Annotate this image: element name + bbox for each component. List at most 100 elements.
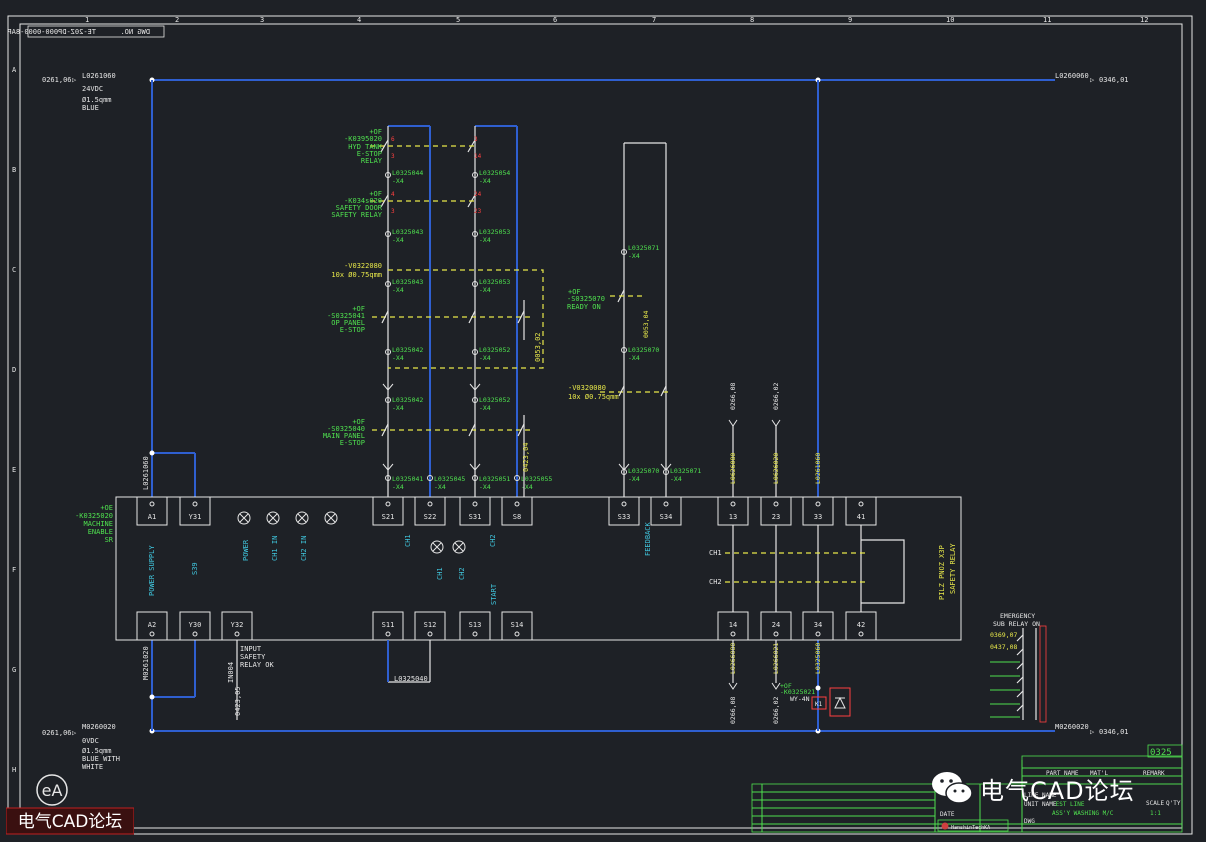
svg-text:L0325043: L0325043 bbox=[392, 228, 423, 236]
svg-text:L0325043: L0325043 bbox=[392, 278, 423, 286]
wechat-text: 电气CAD论坛 bbox=[980, 776, 1135, 805]
forum-watermark: eA 电气CAD论坛 bbox=[6, 774, 134, 835]
svg-text:Y31: Y31 bbox=[189, 513, 202, 521]
svg-text:DATE: DATE bbox=[940, 811, 955, 818]
svg-text:-X4: -X4 bbox=[392, 286, 404, 294]
svg-text:+OE: +OE bbox=[100, 504, 113, 512]
bottom-wire-size: Ø1.5qmm bbox=[82, 747, 112, 755]
svg-text:CH2: CH2 bbox=[458, 567, 466, 580]
svg-text:L0626020: L0626020 bbox=[772, 453, 780, 484]
svg-text:-X4: -X4 bbox=[521, 483, 533, 491]
svg-text:E-STOP: E-STOP bbox=[340, 439, 365, 447]
svg-text:IN004: IN004 bbox=[227, 662, 235, 683]
svg-text:3: 3 bbox=[391, 208, 395, 215]
svg-text:-X4: -X4 bbox=[479, 404, 491, 412]
row-label-c: C bbox=[12, 266, 16, 274]
wire-m0261020: M0261020 bbox=[142, 646, 150, 680]
svg-text:4: 4 bbox=[391, 191, 395, 198]
svg-text:HanshinTechKA: HanshinTechKA bbox=[951, 825, 990, 831]
svg-text:S39: S39 bbox=[191, 562, 199, 575]
svg-text:S22: S22 bbox=[424, 513, 437, 521]
svg-text:-X4: -X4 bbox=[670, 475, 682, 483]
top-wire-color: BLUE bbox=[82, 104, 99, 112]
svg-text:S14: S14 bbox=[511, 621, 524, 629]
svg-text:CH2 IN: CH2 IN bbox=[300, 536, 308, 561]
svg-text:SUB RELAY ON: SUB RELAY ON bbox=[993, 620, 1040, 628]
svg-text:S34: S34 bbox=[660, 513, 673, 521]
svg-text:L0325042: L0325042 bbox=[392, 346, 423, 354]
svg-text:A2: A2 bbox=[148, 621, 156, 629]
svg-text:L0261060: L0261060 bbox=[814, 453, 822, 484]
svg-text:42: 42 bbox=[857, 621, 865, 629]
svg-text:L0325051: L0325051 bbox=[479, 475, 510, 483]
svg-text:L0325044: L0325044 bbox=[392, 169, 423, 177]
svg-text:L0325045: L0325045 bbox=[434, 475, 465, 483]
svg-text:-X4: -X4 bbox=[479, 236, 491, 244]
svg-text:S31: S31 bbox=[469, 513, 482, 521]
svg-text:MACHINE: MACHINE bbox=[83, 520, 113, 528]
svg-text:SCALE: SCALE bbox=[1146, 800, 1164, 807]
svg-text:POWER: POWER bbox=[242, 539, 250, 561]
svg-text:Y32: Y32 bbox=[231, 621, 244, 629]
svg-text:CH2: CH2 bbox=[489, 534, 497, 547]
sheet-number: 0325 bbox=[1150, 748, 1172, 758]
dwg-no-value: TE-20Z-DP000-0000-8AP bbox=[7, 28, 96, 36]
svg-text:-S0325070: -S0325070 bbox=[567, 295, 605, 303]
svg-text:S12: S12 bbox=[424, 621, 437, 629]
top-wire-size: Ø1.5qmm bbox=[82, 96, 112, 104]
svg-text:14: 14 bbox=[474, 153, 482, 160]
top-left-ref: 0261,06 bbox=[42, 76, 72, 84]
svg-text:FEEDBACK: FEEDBACK bbox=[644, 521, 652, 556]
svg-text:3: 3 bbox=[391, 153, 395, 160]
col-label-7: 7 bbox=[652, 16, 656, 24]
svg-text:A1: A1 bbox=[148, 513, 156, 521]
svg-text:-X4: -X4 bbox=[392, 236, 404, 244]
svg-text:-X4: -X4 bbox=[392, 177, 404, 185]
svg-text:REMARK: REMARK bbox=[1143, 770, 1165, 777]
svg-text:RELAY: RELAY bbox=[361, 157, 383, 165]
svg-text:E-STOP: E-STOP bbox=[340, 326, 365, 334]
svg-text:S21: S21 bbox=[382, 513, 395, 521]
col-label-8: 8 bbox=[750, 16, 754, 24]
svg-text:24: 24 bbox=[772, 621, 780, 629]
svg-text:WY-4N: WY-4N bbox=[790, 695, 810, 703]
svg-text:41: 41 bbox=[857, 513, 865, 521]
svg-text:L0325053: L0325053 bbox=[479, 278, 510, 286]
svg-text:-K0395020: -K0395020 bbox=[344, 135, 382, 143]
row-label-f: F bbox=[12, 566, 16, 574]
svg-text:-X4: -X4 bbox=[434, 483, 446, 491]
svg-text:6: 6 bbox=[391, 136, 395, 143]
svg-text:CH1: CH1 bbox=[404, 534, 412, 547]
top-right-ref: 0346,01 bbox=[1099, 76, 1129, 84]
col-label-4: 4 bbox=[357, 16, 361, 24]
svg-text:0266,02: 0266,02 bbox=[772, 383, 780, 410]
svg-text:14: 14 bbox=[729, 621, 737, 629]
col-label-5: 5 bbox=[456, 16, 460, 24]
svg-text:SAFETY: SAFETY bbox=[240, 653, 266, 661]
watermark-logo: eA bbox=[42, 781, 63, 800]
svg-text:0369,07: 0369,07 bbox=[990, 631, 1017, 639]
wire-l0325040: L0325040 bbox=[394, 675, 428, 683]
col-label-12: 12 bbox=[1140, 16, 1148, 24]
svg-text:10x Ø0.75qmm: 10x Ø0.75qmm bbox=[568, 393, 619, 401]
svg-text:23: 23 bbox=[772, 513, 780, 521]
svg-text:0423,04: 0423,04 bbox=[522, 442, 530, 472]
svg-text:0266,02: 0266,02 bbox=[772, 697, 780, 724]
svg-text:ENABLE: ENABLE bbox=[88, 528, 113, 536]
row-label-d: D bbox=[12, 366, 16, 374]
svg-text:S13: S13 bbox=[469, 621, 482, 629]
svg-text:RELAY OK: RELAY OK bbox=[240, 661, 275, 669]
watermark-text: 电气CAD论坛 bbox=[18, 812, 123, 832]
svg-text:0437,08: 0437,08 bbox=[990, 643, 1017, 651]
drawing-number-header: TE-20Z-DP000-0000-8AP DWG NO. bbox=[7, 25, 165, 38]
svg-text:S11: S11 bbox=[382, 621, 395, 629]
svg-text:-X4: -X4 bbox=[628, 475, 640, 483]
svg-text:-X4: -X4 bbox=[628, 252, 640, 260]
svg-text:CH2: CH2 bbox=[709, 578, 722, 586]
svg-text:0053,02: 0053,02 bbox=[534, 332, 542, 362]
svg-text:0266,08: 0266,08 bbox=[729, 383, 737, 410]
svg-text:3: 3 bbox=[474, 136, 478, 143]
svg-text:L0325054: L0325054 bbox=[479, 169, 510, 177]
wechat-icon bbox=[932, 772, 973, 804]
schematic-sheet: 1 2 3 4 5 6 7 8 9 10 11 12 A B C D E F G… bbox=[0, 0, 1206, 842]
